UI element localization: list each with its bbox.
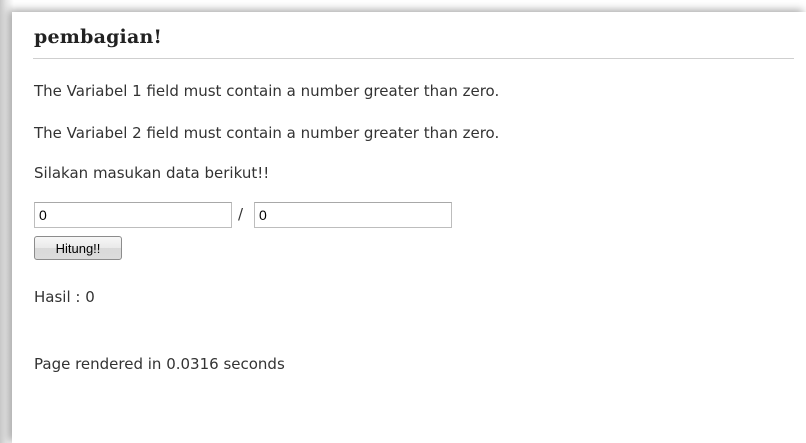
title-divider <box>33 58 794 59</box>
render-time-footer: Page rendered in 0.0316 seconds <box>34 355 285 373</box>
hitung-button[interactable]: Hitung!! <box>34 236 122 260</box>
result-text: Hasil : 0 <box>34 288 95 306</box>
error-message-variabel-1: The Variabel 1 field must contain a numb… <box>34 82 500 100</box>
error-message-variabel-2: The Variabel 2 field must contain a numb… <box>34 124 500 142</box>
division-separator: / <box>238 205 244 223</box>
page-title: pembagian! <box>34 26 163 48</box>
variabel-1-input[interactable] <box>34 202 232 228</box>
form-prompt: Silakan masukan data berikut!! <box>34 164 270 182</box>
variabel-2-input[interactable] <box>254 202 452 228</box>
